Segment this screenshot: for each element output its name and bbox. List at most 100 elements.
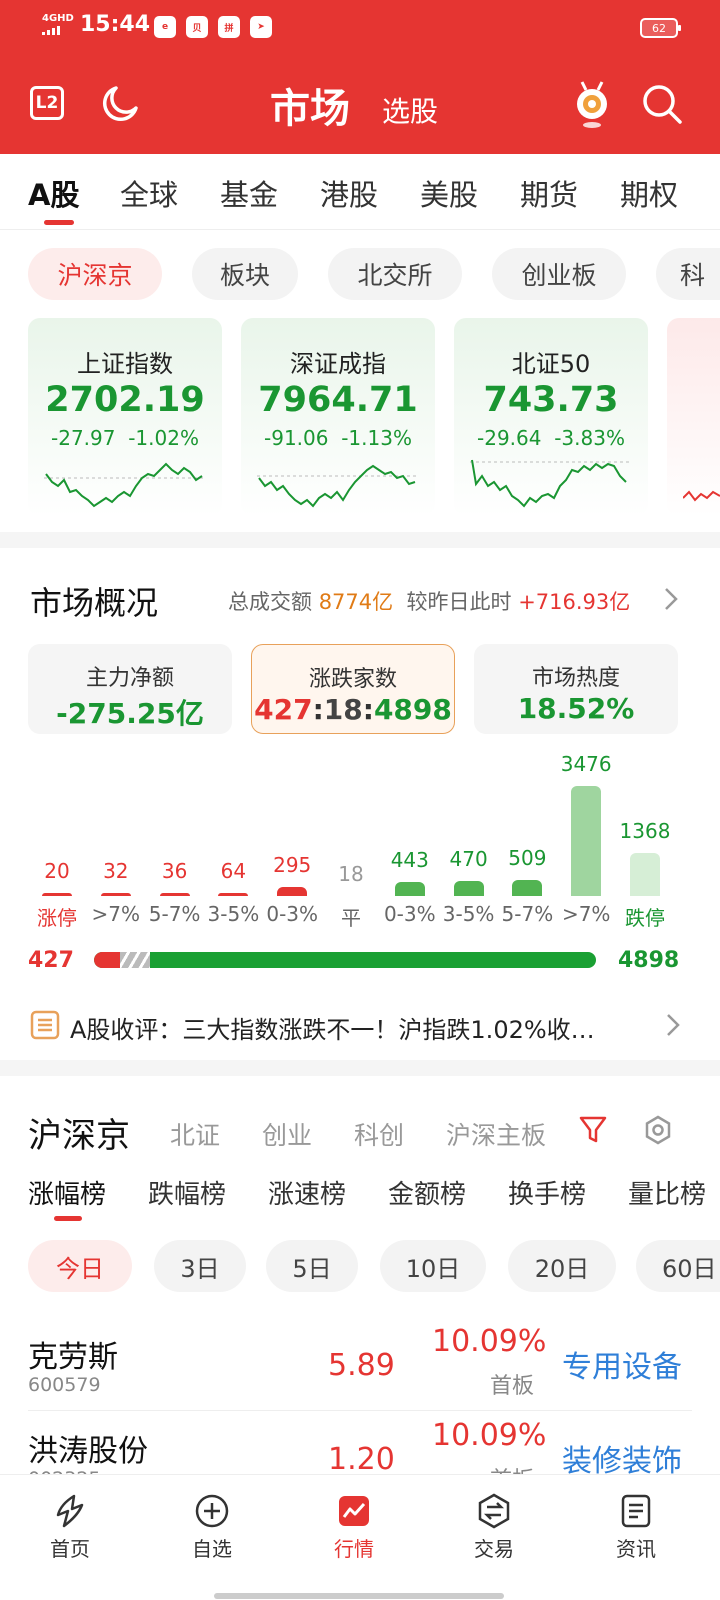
subtab-gainers[interactable]: 涨幅榜 xyxy=(28,1174,106,1211)
tab-hk[interactable]: 港股 xyxy=(320,172,378,214)
advance-segment xyxy=(94,952,120,968)
index-sparkline xyxy=(257,464,419,508)
bottom-navigation: 首页 自选 行情 交易 资讯 xyxy=(0,1474,720,1600)
nav-market-label: 行情 xyxy=(334,1537,374,1561)
index-card-shanghai[interactable]: 上证指数 2702.19 -27.97 -1.02% xyxy=(28,318,222,516)
battery-icon: 62 xyxy=(640,18,681,38)
turnover-label: 总成交额 xyxy=(228,590,312,614)
index-change-points: -91.06 xyxy=(264,426,329,450)
tab-options[interactable]: 期权 xyxy=(620,172,678,214)
stock-name: 克劳斯 xyxy=(28,1340,118,1375)
subtab-amount[interactable]: 金额榜 xyxy=(388,1174,466,1211)
notification-icons: e 贝 拼 ➤ xyxy=(154,16,272,38)
app-notification-icon: 贝 xyxy=(186,16,208,38)
period-3d[interactable]: 3日 xyxy=(154,1240,246,1292)
ranking-tab-main-board[interactable]: 沪深主板 xyxy=(446,1116,546,1152)
advance-decline-value: 427:18:4898 xyxy=(254,693,452,726)
tab-global[interactable]: 全球 xyxy=(120,172,178,214)
subtab-turnover[interactable]: 换手榜 xyxy=(508,1174,586,1211)
period-20d[interactable]: 20日 xyxy=(508,1240,616,1292)
market-heat-box[interactable]: 市场热度 18.52% xyxy=(474,644,678,734)
index-change: -91.06 -1.13% xyxy=(241,426,435,450)
index-value: 743.73 xyxy=(483,380,619,420)
table-row[interactable]: 克劳斯 600579 5.89 10.09% 首板 专用设备 xyxy=(28,1322,692,1418)
subtab-volume-ratio[interactable]: 量比榜 xyxy=(628,1174,720,1211)
period-60d[interactable]: 60日 xyxy=(636,1240,720,1292)
ranking-tab-bse[interactable]: 北证 xyxy=(170,1116,220,1152)
advance-decline-label: 涨跌家数 xyxy=(308,667,397,692)
pill-hushenjing[interactable]: 沪深京 xyxy=(28,248,162,300)
ranking-title[interactable]: 沪深京 xyxy=(28,1108,130,1157)
compare-value: +716.93亿 xyxy=(518,590,631,614)
filter-icon[interactable] xyxy=(578,1114,608,1144)
browser-notification-icon: e xyxy=(154,16,176,38)
index-change-pct: -1.02% xyxy=(128,426,199,450)
l2-button[interactable]: L2 xyxy=(30,86,64,120)
signal-icon xyxy=(42,26,60,35)
plus-circle-icon xyxy=(195,1494,229,1528)
clock: 15:44 xyxy=(80,12,151,37)
nav-home[interactable]: 首页 xyxy=(20,1493,120,1562)
turnover-summary[interactable]: 总成交额 8774亿 较昨日此时 +716.93亿 xyxy=(228,586,630,616)
pill-chinext[interactable]: 创业板 xyxy=(492,248,626,300)
market-heat-value: 18.52% xyxy=(517,692,635,725)
index-sparkline xyxy=(683,490,720,502)
index-card-partial[interactable] xyxy=(667,318,720,516)
index-name: 北证50 xyxy=(511,350,591,378)
distribution-bar xyxy=(571,786,602,896)
nav-news[interactable]: 资讯 xyxy=(586,1493,686,1562)
stock-sector-link[interactable]: 专用设备 xyxy=(562,1342,682,1386)
decline-total: 4898 xyxy=(618,948,680,973)
period-5d[interactable]: 5日 xyxy=(266,1240,358,1292)
search-icon[interactable] xyxy=(640,82,684,126)
pill-sectors[interactable]: 板块 xyxy=(192,248,298,300)
index-change-points: -27.97 xyxy=(51,426,116,450)
stock-picker-link[interactable]: 选股 xyxy=(382,90,438,130)
index-name: 上证指数 xyxy=(77,350,173,378)
tab-funds[interactable]: 基金 xyxy=(220,172,278,214)
index-change: -27.97 -1.02% xyxy=(28,426,222,450)
nav-market[interactable]: 行情 xyxy=(304,1493,404,1562)
tab-a-shares[interactable]: A股 xyxy=(28,172,79,214)
distribution-count: 295 xyxy=(273,853,312,877)
period-10d[interactable]: 10日 xyxy=(380,1240,486,1292)
nav-trade[interactable]: 交易 xyxy=(444,1493,544,1562)
nav-home-label: 首页 xyxy=(50,1537,90,1561)
main-force-box[interactable]: 主力净额 -275.25亿 xyxy=(28,644,232,734)
index-card-shenzhen[interactable]: 深证成指 7964.71 -91.06 -1.13% xyxy=(241,318,435,516)
robot-assistant-icon[interactable] xyxy=(568,76,616,130)
ranking-tab-star[interactable]: 科创 xyxy=(354,1116,404,1152)
pill-bse[interactable]: 北交所 xyxy=(328,248,462,300)
index-value: 7964.71 xyxy=(258,380,418,420)
night-mode-icon[interactable] xyxy=(98,82,142,126)
distribution-bar xyxy=(42,893,72,896)
distribution-count: 36 xyxy=(161,859,188,883)
market-screen: 4GHD 15:44 e 贝 拼 ➤ 62 L2 市场 选股 A股 全球 基金 … xyxy=(0,0,720,1600)
distribution-bar xyxy=(453,881,484,896)
settings-icon[interactable] xyxy=(642,1114,674,1146)
subtab-speed[interactable]: 涨速榜 xyxy=(268,1174,346,1211)
tab-futures[interactable]: 期货 xyxy=(520,172,578,214)
flat-count: 18 xyxy=(323,693,363,726)
nav-watchlist[interactable]: 自选 xyxy=(162,1493,262,1562)
market-news-headline[interactable]: A股收评：三大指数涨跌不一！沪指跌1.02%收… xyxy=(70,1010,650,1045)
row-divider xyxy=(28,1410,692,1411)
stock-board-tag: 首板 xyxy=(490,1374,535,1399)
ranking-tab-chinext[interactable]: 创业 xyxy=(262,1116,312,1152)
chevron-right-icon[interactable] xyxy=(662,586,680,612)
compare-label: 较昨日此时 xyxy=(406,590,512,614)
subtab-losers[interactable]: 跌幅榜 xyxy=(148,1174,226,1211)
chevron-right-icon[interactable] xyxy=(664,1012,682,1038)
tab-us[interactable]: 美股 xyxy=(420,172,478,214)
pill-star[interactable]: 科 xyxy=(656,248,720,300)
index-name: 深证成指 xyxy=(290,350,386,378)
news-icon xyxy=(30,1010,60,1040)
index-card-bse50[interactable]: 北证50 743.73 -29.64 -3.83% xyxy=(454,318,648,516)
stock-change-pct: 10.09% xyxy=(432,1324,547,1359)
advance-decline-ratio-bar xyxy=(94,952,596,968)
distribution-bar xyxy=(159,893,190,896)
turnover-value: 8774亿 xyxy=(318,590,394,614)
tab-active-indicator xyxy=(44,220,74,225)
period-today[interactable]: 今日 xyxy=(28,1240,132,1292)
advance-decline-box[interactable]: 涨跌家数 427:18:4898 xyxy=(251,644,455,734)
